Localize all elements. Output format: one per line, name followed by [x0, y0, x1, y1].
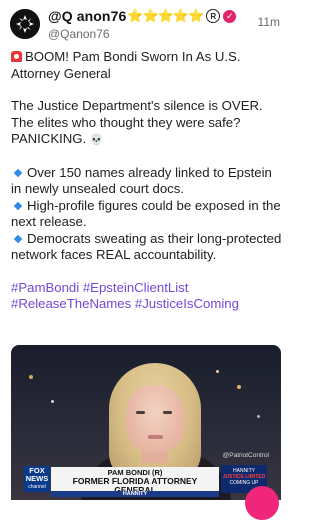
user-handle[interactable]: @Qanon76: [48, 27, 282, 41]
chyron: PAM BONDI (R) FORMER FLORIDA ATTORNEY GE…: [51, 467, 219, 495]
presenter-face: [126, 385, 184, 453]
registered-mark-icon: R: [206, 9, 221, 23]
floating-action-button[interactable]: [245, 486, 279, 520]
verified-badge-icon: ✓: [223, 9, 237, 23]
background-light: [237, 385, 241, 389]
blue-diamond-icon: [13, 168, 23, 177]
fox-news-logo: FOX NEWS channel: [24, 466, 50, 492]
social-post: @Q anon76 ⭐⭐⭐⭐⭐ R ✓ @Qanon76 11m BOOM! P…: [0, 0, 292, 520]
hashtags: #ReleaseTheNames #JusticeIsComing: [11, 296, 283, 313]
stars-icon: ⭐⭐⭐⭐⭐: [127, 8, 204, 23]
post-body: BOOM! Pam Bondi Sworn In As U.S. Attorne…: [11, 49, 283, 313]
post-timestamp[interactable]: 11m: [258, 15, 280, 29]
avatar[interactable]: [10, 9, 40, 39]
show-name: HANNITY: [51, 491, 219, 497]
hashtag-link[interactable]: #ReleaseTheNames #JusticeIsComing: [11, 296, 239, 311]
bullet-item: Democrats sweating as their long-protect…: [11, 230, 282, 263]
blue-diamond-icon: [13, 234, 23, 243]
alarm-light-icon: [11, 51, 22, 62]
headline: BOOM! Pam Bondi Sworn In As U.S. Attorne…: [11, 49, 241, 81]
presenter-eye: [136, 411, 145, 414]
presenter-eye: [163, 411, 172, 414]
paragraph: The Justice Department's silence is OVER…: [11, 98, 263, 146]
background-light: [257, 415, 260, 418]
background-light: [216, 370, 219, 373]
skull-icon: 💀: [89, 134, 104, 146]
background-light: [29, 375, 33, 379]
tv-lower-third: FOX NEWS channel PAM BONDI (R) FORMER FL…: [11, 465, 281, 497]
video-thumbnail[interactable]: @PatriotControl FOX NEWS channel PAM BON…: [11, 345, 281, 500]
watermark: @PatriotControl: [222, 452, 269, 459]
q-logo-icon: [10, 9, 40, 39]
blue-diamond-icon: [13, 201, 23, 210]
hashtags: #PamBondi #EpsteinClientList: [11, 280, 283, 297]
bullet-item: High-profile figures could be exposed in…: [11, 197, 281, 230]
display-name[interactable]: @Q anon76: [48, 8, 126, 24]
bullet-item: Over 150 names already linked to Epstein…: [11, 164, 272, 197]
presenter-lips: [148, 435, 163, 439]
background-light: [51, 400, 54, 403]
post-header: @Q anon76 ⭐⭐⭐⭐⭐ R ✓ @Qanon76: [48, 6, 282, 42]
hashtag-link[interactable]: #PamBondi #EpsteinClientList: [11, 280, 188, 295]
